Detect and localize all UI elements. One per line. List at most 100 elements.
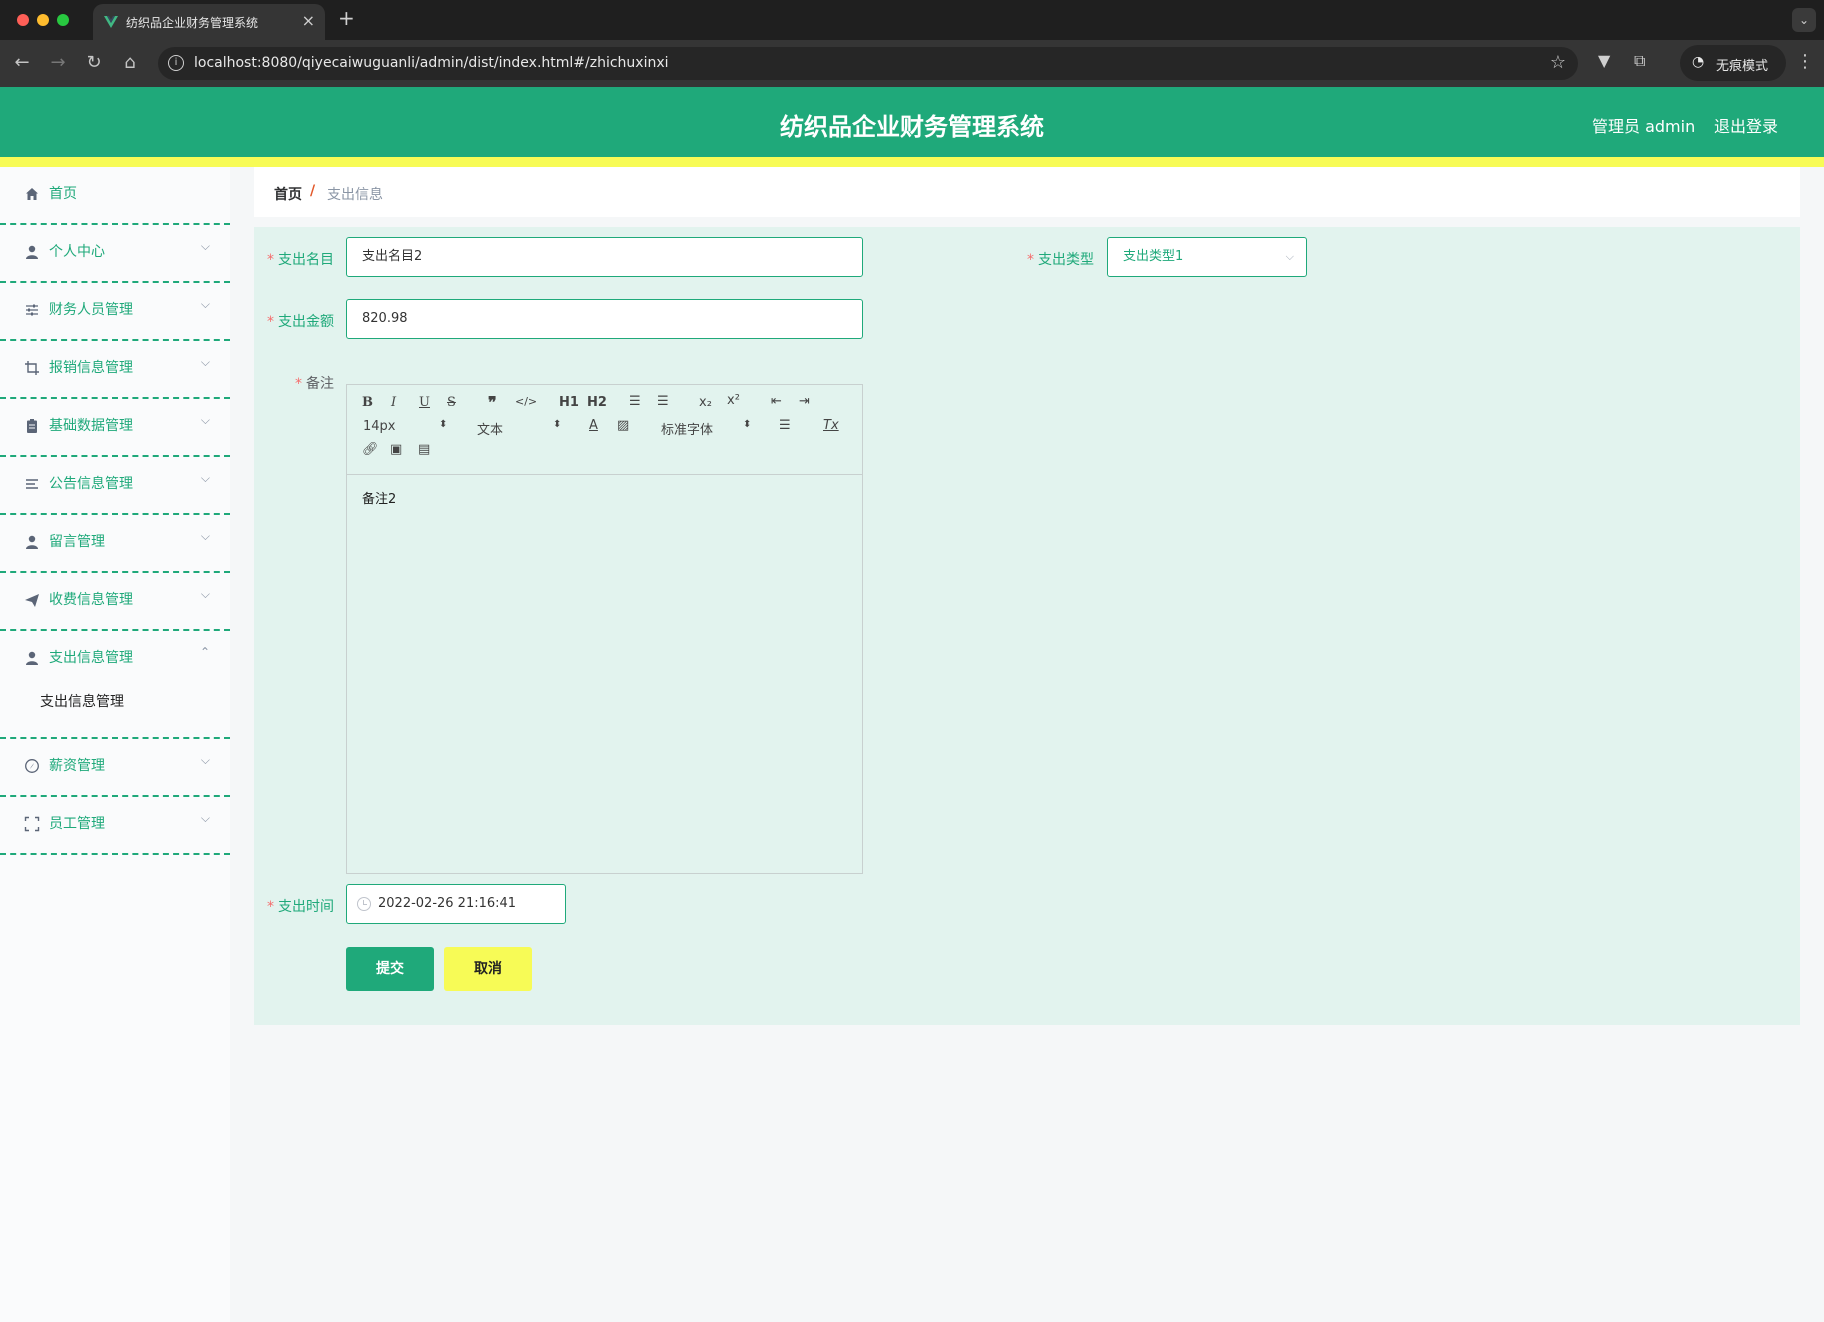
- app-root: 纺织品企业财务管理系统 管理员 admin 退出登录 首页 个人中心 ⌵ 财务人…: [0, 87, 1824, 1322]
- sidebar-item-basic-data[interactable]: 基础数据管理 ⌵: [0, 399, 230, 457]
- sidebar-item-expense[interactable]: 支出信息管理 ⌃ 支出信息管理: [0, 631, 230, 739]
- font-color-icon[interactable]: A: [589, 418, 598, 433]
- user-icon: [26, 535, 38, 549]
- fullscreen-icon: [24, 816, 40, 832]
- chevron-down-icon: ⌵: [200, 297, 210, 311]
- strikethrough-icon[interactable]: S: [447, 395, 456, 410]
- link-icon[interactable]: 🔗︎: [362, 442, 379, 457]
- back-icon[interactable]: ←: [10, 52, 34, 73]
- code-block-icon[interactable]: </>: [515, 395, 537, 408]
- sidebar-item-salary[interactable]: 薪资管理 ⌵: [0, 739, 230, 797]
- submit-button[interactable]: 提交: [346, 947, 434, 991]
- sidebar-item-messages[interactable]: 留言管理 ⌵: [0, 515, 230, 573]
- chevron-down-icon: ⌵: [200, 413, 210, 427]
- header2-icon[interactable]: H2: [587, 395, 607, 410]
- background-color-icon[interactable]: ▨: [617, 418, 629, 433]
- vue-devtools-icon[interactable]: ▼: [1598, 51, 1610, 70]
- type-select-value: 支出类型1: [1123, 249, 1184, 264]
- tab-close-icon[interactable]: ×: [302, 11, 315, 30]
- indent-icon[interactable]: ⇥: [799, 394, 810, 409]
- new-tab-button[interactable]: +: [338, 6, 355, 30]
- ordered-list-icon[interactable]: ☰: [629, 394, 641, 409]
- tab-search-button[interactable]: ⌄: [1792, 8, 1816, 32]
- name-label: * 支出名目: [267, 252, 334, 268]
- sidebar-item-label: 公告信息管理: [49, 476, 133, 492]
- underline-icon[interactable]: U: [419, 395, 430, 410]
- clipboard-icon: [27, 419, 37, 433]
- time-value: 2022-02-26 21:16:41: [378, 896, 517, 911]
- home-browser-icon[interactable]: ⌂: [118, 52, 142, 73]
- forward-icon[interactable]: →: [46, 52, 70, 73]
- header-select[interactable]: 文本: [477, 419, 503, 438]
- home-icon: [26, 188, 38, 200]
- type-label: * 支出类型: [1027, 252, 1094, 268]
- logout-link[interactable]: 退出登录: [1714, 113, 1778, 137]
- chevron-down-icon: ⌵: [200, 811, 210, 825]
- user-label: 管理员 admin: [1592, 117, 1696, 136]
- breadcrumb-home[interactable]: 首页: [274, 184, 302, 204]
- chevron-down-icon: ⌵: [1285, 250, 1294, 263]
- time-label: * 支出时间: [267, 899, 334, 915]
- sidebar-item-personal[interactable]: 个人中心 ⌵: [0, 225, 230, 283]
- superscript-icon[interactable]: x²: [727, 393, 740, 408]
- updown-icon: ⬍: [439, 419, 448, 430]
- image-icon[interactable]: ▣: [390, 442, 402, 457]
- browser-tab[interactable]: 纺织品企业财务管理系统 ×: [93, 4, 325, 40]
- chevron-down-icon: ⌵: [200, 753, 210, 767]
- sidebar-item-announcement[interactable]: 公告信息管理 ⌵: [0, 457, 230, 515]
- subscript-icon[interactable]: x₂: [699, 395, 712, 410]
- reload-icon[interactable]: ↻: [82, 52, 106, 73]
- sidebar-item-label: 员工管理: [49, 816, 105, 832]
- bullet-list-icon[interactable]: ☰: [657, 394, 669, 409]
- minimize-window-button[interactable]: [37, 14, 49, 26]
- font-size-select[interactable]: 14px: [363, 419, 396, 434]
- outdent-icon[interactable]: ⇤: [771, 394, 782, 409]
- name-input[interactable]: 支出名目2: [346, 237, 863, 277]
- user-icon: [26, 245, 38, 259]
- italic-icon[interactable]: I: [391, 395, 396, 410]
- sidebar-item-employee[interactable]: 员工管理 ⌵: [0, 797, 230, 855]
- sidebar-item-label: 报销信息管理: [49, 360, 133, 376]
- clear-format-icon[interactable]: Tx: [823, 418, 839, 433]
- expense-form: * 支出名目 支出名目2 * 支出类型 支出类型1 ⌵ * 支出金额 820.98 *…: [254, 227, 1800, 1025]
- sidebar-item-fees[interactable]: 收费信息管理 ⌵: [0, 573, 230, 631]
- bold-icon[interactable]: B: [362, 395, 373, 410]
- amount-label: * 支出金额: [267, 314, 334, 330]
- sidebar-item-home[interactable]: 首页: [0, 167, 230, 225]
- browser-menu-icon[interactable]: ⋮: [1796, 51, 1814, 72]
- cancel-button[interactable]: 取消: [444, 947, 532, 991]
- video-icon[interactable]: ▤: [418, 442, 430, 457]
- amount-input[interactable]: 820.98: [346, 299, 863, 339]
- incognito-indicator[interactable]: ◔ 无痕模式: [1680, 45, 1786, 81]
- header1-icon[interactable]: H1: [559, 395, 579, 410]
- breadcrumb-current: 支出信息: [327, 187, 383, 203]
- address-bar[interactable]: i localhost:8080/qiyecaiwuguanli/admin/d…: [158, 47, 1578, 80]
- type-select[interactable]: 支出类型1 ⌵: [1107, 237, 1307, 277]
- bookmark-star-icon[interactable]: ☆: [1550, 52, 1566, 73]
- time-picker-input[interactable]: 2022-02-26 21:16:41: [346, 884, 566, 924]
- sidebar-item-finance-staff[interactable]: 财务人员管理 ⌵: [0, 283, 230, 341]
- font-family-select[interactable]: 标准字体: [661, 419, 713, 438]
- sliders-icon: [26, 304, 38, 316]
- user-icon: [26, 651, 38, 665]
- chevron-down-icon: ⌵: [200, 587, 210, 601]
- site-info-icon[interactable]: i: [168, 55, 184, 71]
- chevron-down-icon: ⌵: [200, 355, 210, 369]
- extensions-icon[interactable]: ⧉: [1634, 51, 1645, 71]
- chevron-down-icon: ⌵: [200, 239, 210, 253]
- app-header: 纺织品企业财务管理系统 管理员 admin 退出登录: [0, 87, 1824, 157]
- sidebar-item-label: 财务人员管理: [49, 302, 133, 318]
- incognito-icon: ◔: [1692, 54, 1705, 70]
- sidebar-item-reimbursement[interactable]: 报销信息管理 ⌵: [0, 341, 230, 399]
- header-accent-bar: [0, 157, 1824, 167]
- sidebar-item-label: 收费信息管理: [49, 592, 133, 608]
- blockquote-icon[interactable]: ❞: [488, 393, 497, 412]
- editor-content[interactable]: 备注2: [362, 488, 396, 507]
- updown-icon: ⬍: [553, 419, 562, 430]
- compass-icon: [25, 759, 39, 773]
- align-icon[interactable]: ☰: [779, 418, 791, 433]
- maximize-window-button[interactable]: [57, 14, 69, 26]
- breadcrumb: 首页 / 支出信息: [254, 167, 1800, 217]
- close-window-button[interactable]: [17, 14, 29, 26]
- submenu-item-expense-manage[interactable]: 支出信息管理: [40, 691, 124, 711]
